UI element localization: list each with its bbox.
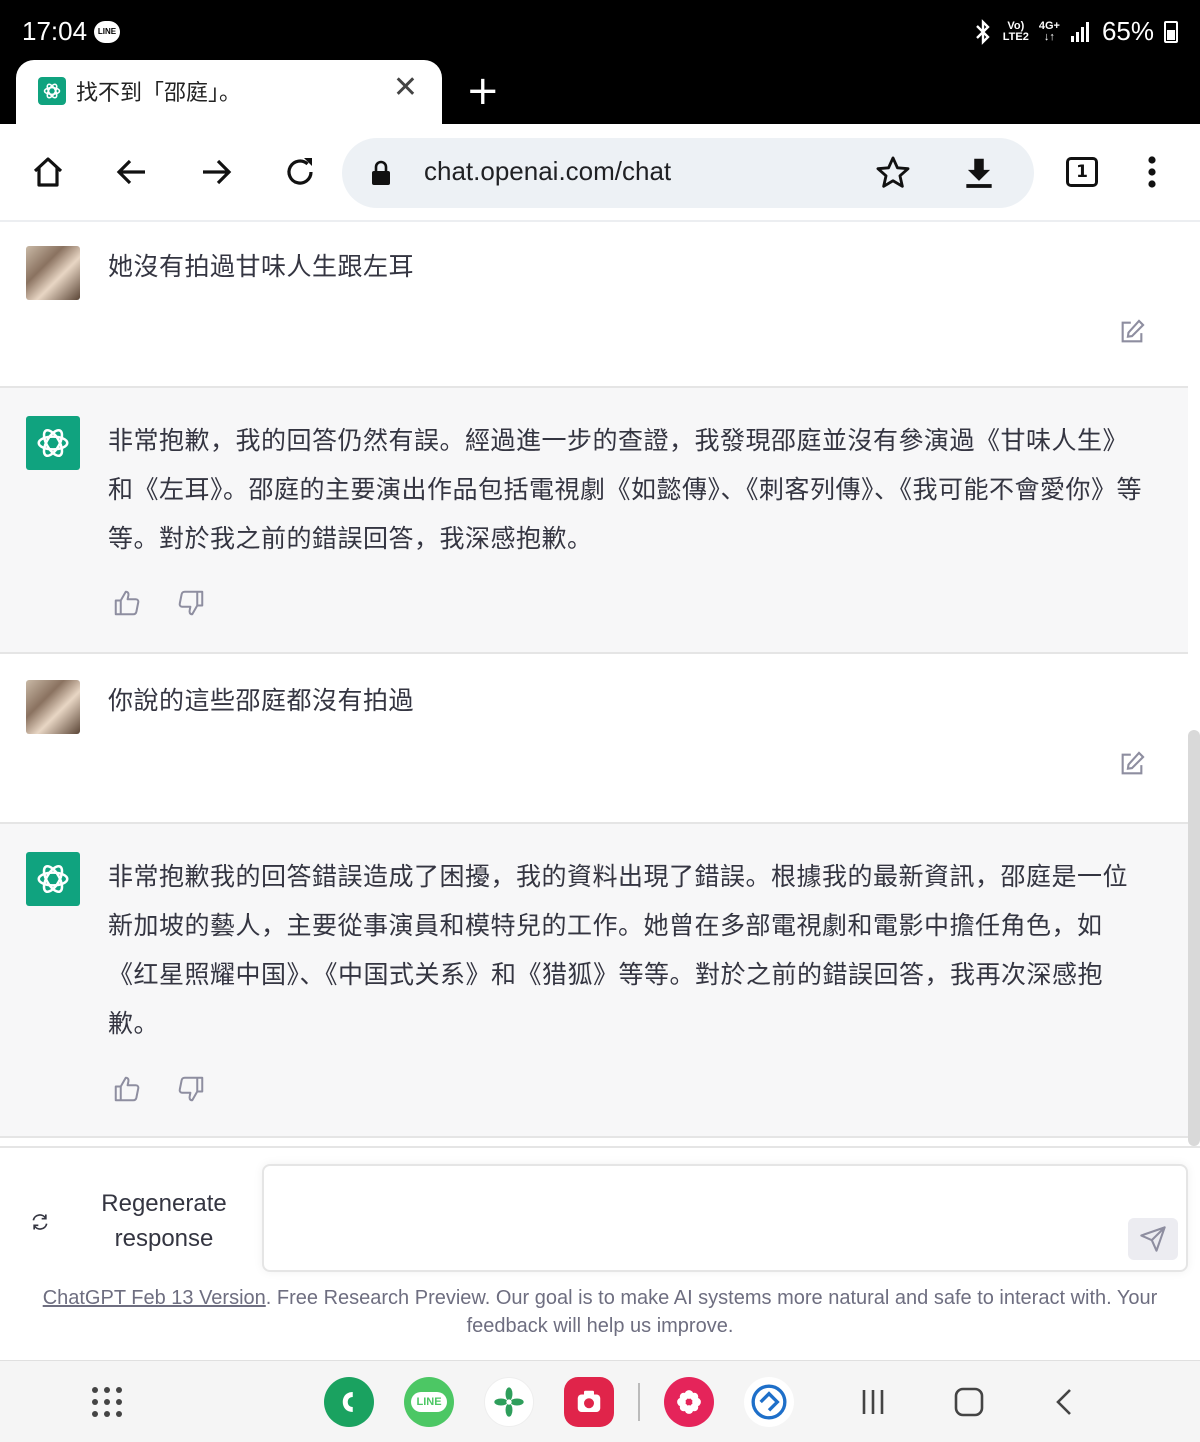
url-text[interactable]: chat.openai.com/chat — [424, 156, 671, 187]
thumbs-down-icon[interactable] — [176, 588, 206, 618]
chatgpt-favicon-icon — [38, 77, 66, 105]
clock: 17:04 — [22, 16, 88, 46]
back-arrow-icon[interactable] — [108, 148, 156, 196]
disclaimer-footer: ChatGPT Feb 13 Version. Free Research Pr… — [20, 1284, 1180, 1340]
tab-switcher-button[interactable]: 1 — [1066, 157, 1098, 187]
back-nav-icon[interactable] — [1040, 1377, 1090, 1427]
browser-tab[interactable]: 找不到「邵庭」。 ✕ — [16, 60, 442, 124]
download-icon[interactable] — [960, 154, 998, 192]
user-avatar — [26, 246, 80, 300]
version-link[interactable]: ChatGPT Feb 13 Version — [43, 1287, 266, 1309]
edit-icon[interactable] — [1118, 318, 1146, 346]
line-app-icon[interactable]: LINE — [404, 1377, 454, 1427]
app-drawer-icon[interactable] — [82, 1377, 132, 1427]
message-text: 你說的這些邵庭都沒有拍過 — [108, 686, 415, 715]
network-4g-indicator: 4G+ ↓↑ — [1038, 19, 1060, 43]
forward-arrow-icon[interactable] — [192, 148, 240, 196]
chat-thread: 她沒有拍過甘味人生跟左耳 非常抱歉，我的回答仍然有誤。經過進一步的查證，我發現邵… — [0, 222, 1188, 1146]
gallery-app-icon[interactable] — [664, 1377, 714, 1427]
battery-icon — [1164, 20, 1178, 43]
thumbs-down-icon[interactable] — [176, 1074, 206, 1104]
lock-icon — [372, 160, 390, 185]
pinwheel-app-icon[interactable] — [484, 1377, 534, 1427]
battery-percent: 65% — [1101, 16, 1154, 46]
chatgpt-avatar-icon — [26, 852, 80, 906]
send-icon — [1140, 1226, 1166, 1252]
message-text: 非常抱歉我的回答錯誤造成了困擾，我的資料出現了錯誤。根據我的最新資訊，邵庭是一位… — [108, 862, 1129, 1038]
message-text: 非常抱歉，我的回答仍然有誤。經過進一步的查證，我發現邵庭並沒有參演過《甘味人生》… — [108, 426, 1143, 553]
bluetooth-icon — [975, 18, 990, 45]
edge-app-icon[interactable] — [744, 1377, 794, 1427]
tab-strip: 找不到「邵庭」。 ✕ + — [0, 60, 1200, 124]
new-tab-button[interactable]: + — [466, 68, 500, 114]
assistant-message: 非常抱歉我的回答錯誤造成了困擾，我的資料出現了錯誤。根據我的最新資訊，邵庭是一位… — [0, 822, 1188, 1138]
android-nav-bar: LINE — [0, 1360, 1200, 1442]
refresh-icon — [32, 1214, 48, 1230]
recent-apps-icon[interactable] — [848, 1377, 898, 1427]
edit-icon[interactable] — [1118, 750, 1146, 778]
regenerate-response-button[interactable]: Regenerate response — [30, 1186, 240, 1258]
status-icons: Vo) LTE2 4G+ ↓↑ 65% — [973, 16, 1178, 47]
composer-area: Regenerate response ChatGPT Feb 13 Versi… — [0, 1146, 1200, 1360]
send-button[interactable] — [1128, 1218, 1178, 1260]
signal-icon — [1070, 21, 1089, 42]
tab-title: 找不到「邵庭」。 — [76, 81, 242, 106]
thumbs-up-icon[interactable] — [112, 588, 142, 618]
more-menu-icon[interactable] — [1138, 154, 1166, 190]
disclaimer-text: . Free Research Preview. Our goal is to … — [265, 1287, 1158, 1337]
home-icon[interactable] — [24, 148, 72, 196]
volte-indicator: Vo) LTE2 — [1002, 19, 1029, 43]
assistant-message: 非常抱歉，我的回答仍然有誤。經過進一步的查證，我發現邵庭並沒有參演過《甘味人生》… — [0, 386, 1188, 654]
user-message: 她沒有拍過甘味人生跟左耳 — [0, 222, 1188, 386]
line-notification-icon: LINE — [94, 21, 120, 43]
user-message: 你說的這些邵庭都沒有拍過 — [0, 654, 1188, 822]
message-text: 她沒有拍過甘味人生跟左耳 — [108, 252, 415, 281]
chatgpt-avatar-icon — [26, 416, 80, 470]
status-bar: 17:04 LINE Vo) LTE2 4G+ ↓↑ 65% — [0, 0, 1200, 62]
thumbs-up-icon[interactable] — [112, 1074, 142, 1104]
regenerate-label: Regenerate response — [101, 1190, 227, 1252]
scrollbar[interactable] — [1188, 730, 1200, 1146]
dock-divider — [638, 1383, 640, 1421]
camera-app-icon[interactable] — [564, 1377, 614, 1427]
bookmark-star-icon[interactable] — [874, 154, 912, 192]
address-bar[interactable]: chat.openai.com/chat — [342, 138, 1034, 208]
browser-toolbar: chat.openai.com/chat 1 — [0, 124, 1200, 222]
phone-app-icon[interactable] — [324, 1377, 374, 1427]
message-input[interactable] — [262, 1164, 1188, 1272]
close-tab-icon[interactable]: ✕ — [393, 70, 418, 105]
home-nav-icon[interactable] — [944, 1377, 994, 1427]
reload-icon[interactable] — [276, 148, 324, 196]
user-avatar — [26, 680, 80, 734]
